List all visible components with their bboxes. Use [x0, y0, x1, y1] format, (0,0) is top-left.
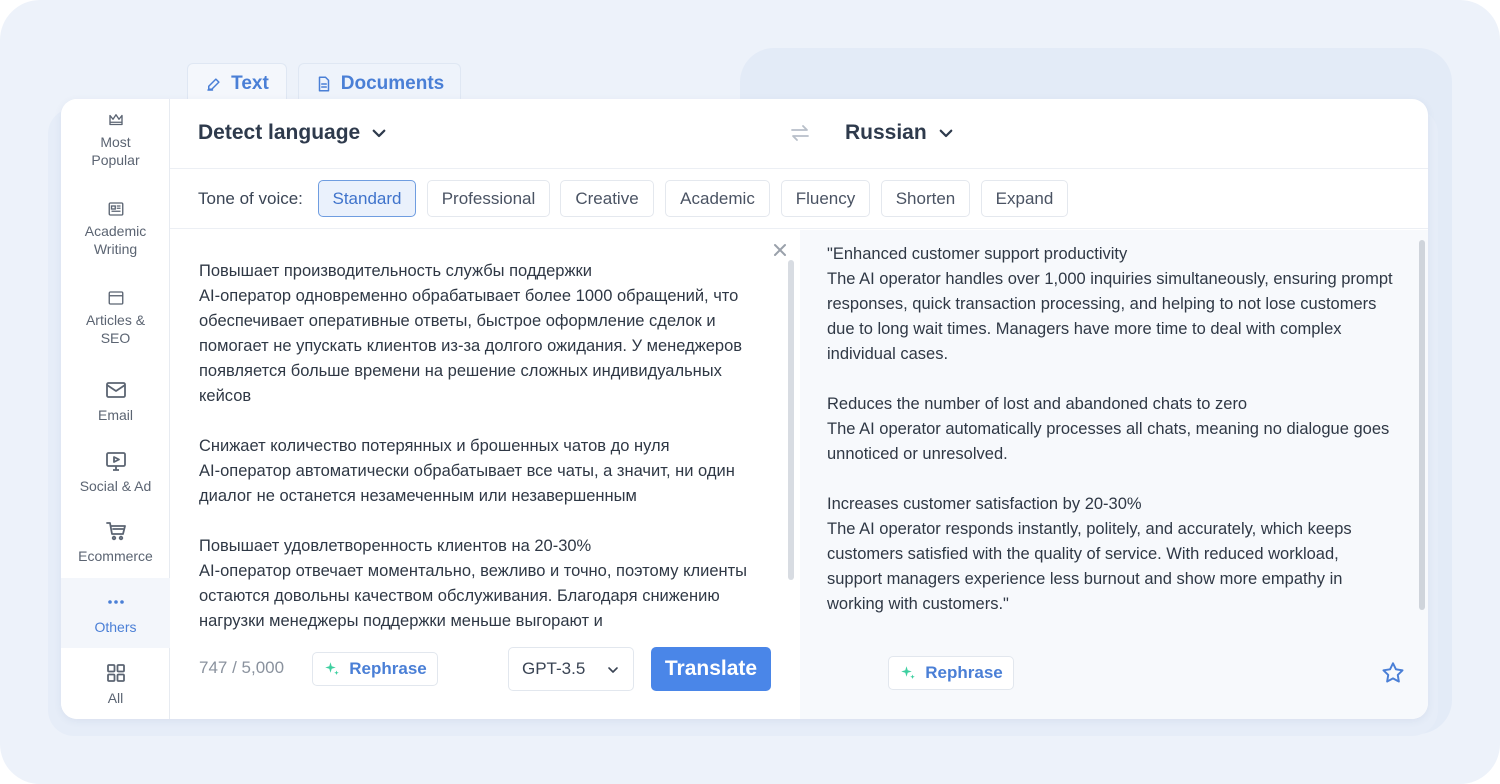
sidebar-item-label: Social & Ad: [79, 478, 152, 494]
crown-icon: [108, 114, 123, 126]
tab-text[interactable]: Text: [187, 63, 287, 103]
sidebar-item-label: Academic Writing: [84, 223, 147, 257]
source-text-area[interactable]: Повышает производительность службы подде…: [199, 259, 769, 635]
sidebar-item-label: All: [107, 690, 124, 706]
sidebar-item-label: Others: [94, 619, 137, 635]
tone-label: Tone of voice:: [198, 189, 303, 208]
tone-professional-button[interactable]: Professional: [427, 180, 550, 217]
sidebar-item-label: Most Popular: [91, 134, 140, 168]
star-icon[interactable]: [1380, 660, 1406, 686]
tone-expand-button[interactable]: Expand: [981, 180, 1068, 217]
chevron-down-icon: [608, 667, 618, 673]
sidebar-item-social-ad[interactable]: Social & Ad: [61, 437, 170, 507]
source-rephrase-button[interactable]: Rephrase: [312, 652, 438, 686]
tone-standard-button[interactable]: Standard: [318, 180, 416, 217]
category-sidebar: Most Popular Academic Writing Articles &…: [61, 99, 170, 719]
target-language-select[interactable]: Russian: [845, 121, 955, 145]
pencil-icon: [207, 77, 220, 91]
tab-documents[interactable]: Documents: [298, 63, 461, 103]
character-counter: 747 / 5,000: [199, 658, 285, 677]
source-panel: Повышает производительность службы подде…: [170, 230, 800, 719]
target-language-label: Russian: [845, 121, 927, 144]
sidebar-item-label: Articles & SEO: [85, 312, 146, 346]
sidebar-item-most-popular[interactable]: Most Popular: [61, 99, 170, 169]
sidebar-item-email[interactable]: Email: [61, 366, 170, 436]
tone-academic-button[interactable]: Academic: [665, 180, 770, 217]
language-selector-row: Detect language Russian: [170, 99, 1428, 169]
translated-text: "Enhanced customer support productivity …: [827, 245, 1393, 613]
sidebar-item-others[interactable]: Others: [61, 578, 170, 648]
sparkle-icon: [901, 666, 915, 679]
grid-icon: [106, 664, 125, 682]
more-dots-icon: [107, 600, 124, 604]
chevron-down-icon: [372, 129, 386, 138]
tone-of-voice-row: Tone of voice: Standard Professional Cre…: [170, 169, 1428, 229]
document-icon: [318, 76, 330, 91]
source-language-select[interactable]: Detect language: [198, 121, 388, 145]
sparkle-icon: [325, 662, 339, 675]
translator-card: Most Popular Academic Writing Articles &…: [61, 99, 1428, 719]
tone-fluency-button[interactable]: Fluency: [781, 180, 870, 217]
model-select[interactable]: GPT-3.5: [508, 647, 634, 691]
model-label: GPT-3.5: [522, 659, 586, 678]
source-scrollbar[interactable]: [788, 260, 794, 580]
sidebar-item-label: Email: [97, 407, 133, 423]
tab-text-label: Text: [231, 72, 269, 94]
monitor-play-icon: [105, 452, 126, 471]
sidebar-item-academic-writing[interactable]: Academic Writing: [61, 188, 170, 258]
newspaper-icon: [108, 202, 123, 216]
browser-window-icon: [108, 291, 123, 305]
clear-text-icon[interactable]: [770, 240, 790, 260]
translate-button[interactable]: Translate: [651, 647, 771, 691]
tone-shorten-button[interactable]: Shorten: [881, 180, 970, 217]
sidebar-item-label: Ecommerce: [78, 548, 153, 564]
sidebar-item-all[interactable]: All: [61, 649, 170, 719]
sidebar-item-ecommerce[interactable]: Ecommerce: [61, 507, 170, 577]
cart-icon: [105, 522, 126, 541]
swap-languages-icon[interactable]: [788, 121, 812, 145]
sidebar-item-articles-seo[interactable]: Articles & SEO: [61, 277, 170, 347]
target-panel: "Enhanced customer support productivity …: [800, 230, 1428, 719]
mail-icon: [105, 382, 126, 398]
tab-documents-label: Documents: [340, 72, 445, 94]
target-scrollbar[interactable]: [1419, 240, 1425, 610]
rephrase-label: Rephrase: [349, 659, 427, 678]
chevron-down-icon: [939, 129, 953, 138]
tone-creative-button[interactable]: Creative: [560, 180, 654, 217]
source-language-label: Detect language: [198, 121, 361, 144]
rephrase-label: Rephrase: [925, 663, 1003, 682]
target-rephrase-button[interactable]: Rephrase: [888, 656, 1014, 690]
